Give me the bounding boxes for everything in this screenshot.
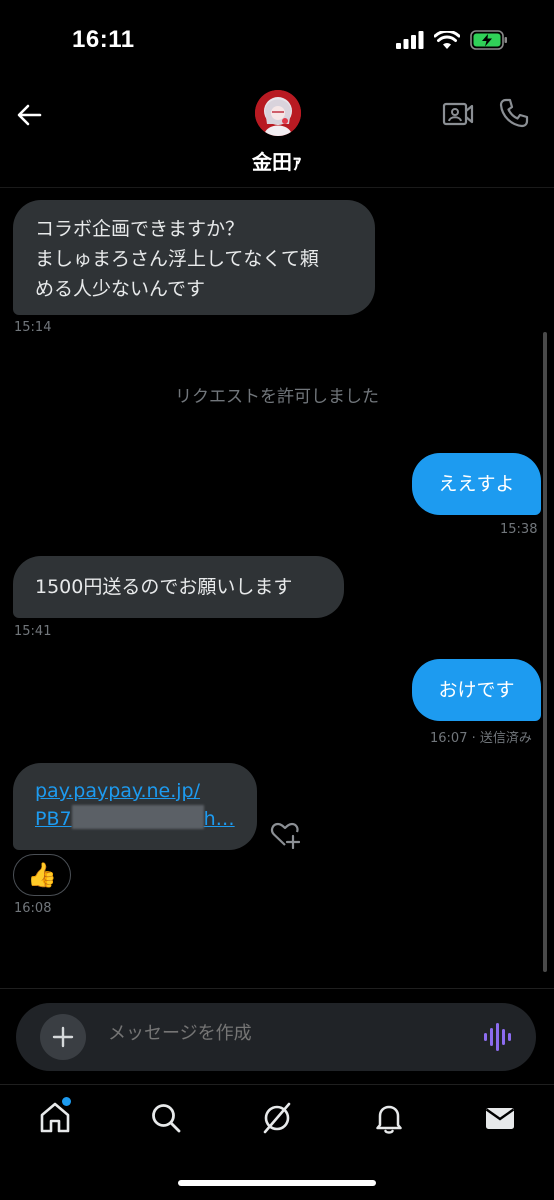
message-timestamp: 15:38 <box>500 522 538 537</box>
incoming-link-bubble[interactable]: pay.paypay.ne.jp/ PB7 h… <box>13 763 257 850</box>
home-notification-dot <box>62 1097 71 1106</box>
link-prefix: PB7 <box>35 808 72 830</box>
search-icon[interactable] <box>149 1101 183 1135</box>
message-text-line: ましゅまろさん浮上してなくて頼 <box>35 248 319 270</box>
wifi-icon <box>434 30 460 49</box>
video-call-icon[interactable] <box>442 99 474 129</box>
battery-charging-icon <box>470 30 507 50</box>
notifications-icon[interactable] <box>372 1101 406 1135</box>
incoming-message-bubble[interactable]: 1500円送るのでお願いします <box>13 556 344 618</box>
status-icons <box>396 30 508 50</box>
link-text-line[interactable]: PB7 h… <box>35 805 235 833</box>
plus-icon <box>52 1026 74 1048</box>
message-text: ええすよ <box>438 473 515 495</box>
message-text: おけです <box>438 679 515 701</box>
phone-icon[interactable] <box>498 97 530 129</box>
message-timestamp: 15:41 <box>14 624 52 639</box>
outgoing-message-bubble[interactable]: ええすよ <box>412 453 541 515</box>
messages-icon[interactable] <box>483 1101 517 1135</box>
message-text-line: める人少ないんです <box>35 278 206 300</box>
outgoing-message-bubble[interactable]: おけです <box>412 659 541 721</box>
redacted-area <box>71 805 204 829</box>
status-time: 16:11 <box>72 26 135 53</box>
grok-icon[interactable] <box>260 1101 294 1135</box>
message-timestamp: 16:08 <box>14 901 52 916</box>
message-timestamp: 15:14 <box>14 320 52 335</box>
back-arrow-icon[interactable] <box>14 100 44 130</box>
contact-avatar[interactable] <box>255 90 301 136</box>
link-text-line[interactable]: pay.paypay.ne.jp/ <box>35 778 235 805</box>
avatar-image <box>255 90 301 136</box>
message-composer[interactable] <box>16 1003 536 1071</box>
voice-message-icon[interactable] <box>482 1021 512 1053</box>
thumbs-up-reaction[interactable]: 👍 <box>13 854 71 896</box>
message-input[interactable] <box>108 1023 448 1044</box>
system-message: リクエストを許可しました <box>175 387 379 407</box>
status-bar: 16:11 <box>0 0 554 84</box>
contact-name[interactable]: 金田ｧ <box>0 146 554 175</box>
add-reaction-icon[interactable] <box>270 821 300 849</box>
message-status: 16:07 · 送信済み <box>430 731 532 746</box>
message-text-line: コラボ企画できますか？ <box>35 218 245 240</box>
scrollbar[interactable] <box>543 332 547 972</box>
message-text: 1500円送るのでお願いします <box>35 576 293 598</box>
home-indicator[interactable] <box>178 1180 376 1186</box>
add-attachment-button[interactable] <box>40 1014 86 1060</box>
incoming-message-bubble[interactable]: コラボ企画できますか？ ましゅまろさん浮上してなくて頼 める人少ないんです <box>13 200 375 315</box>
home-icon[interactable] <box>38 1101 72 1135</box>
cellular-signal-icon <box>396 31 424 49</box>
link-suffix: h… <box>203 808 235 830</box>
compose-area <box>0 988 554 1084</box>
conversation-header: 金田ｧ <box>0 84 554 188</box>
message-list[interactable]: コラボ企画できますか？ ましゅまろさん浮上してなくて頼 める人少ないんです 15… <box>0 188 554 988</box>
